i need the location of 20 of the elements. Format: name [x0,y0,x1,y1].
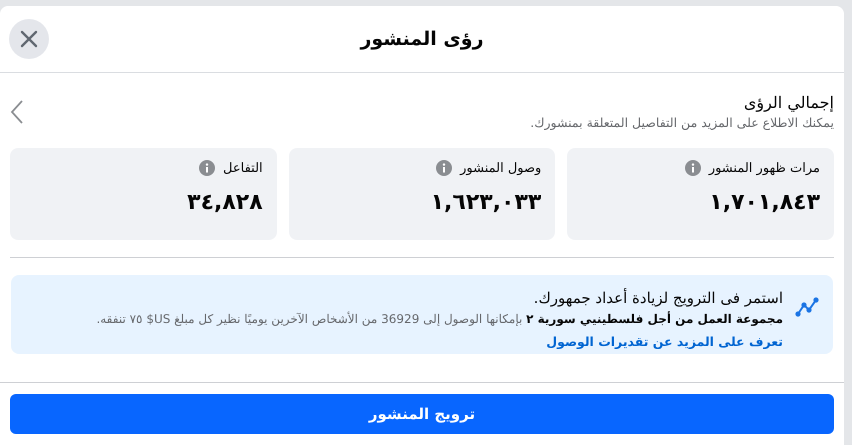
back-chevron-icon[interactable] [10,98,24,124]
section-title: إجمالي الرؤى [742,93,834,112]
close-icon [20,30,38,48]
promo-title: استمر فى الترويج لزيادة أعداد جمهورك. [532,289,783,307]
close-button[interactable] [9,19,49,59]
section-subtitle: يمكنك الاطلاع على المزيد من التفاصيل المتعلقة بمنشورك. [530,115,834,130]
learn-more-link[interactable]: تعرف على المزيد عن تقديرات الوصول [546,334,783,350]
info-icon[interactable] [436,160,452,176]
metric-value: ٣٤,٨٢٨ [186,190,263,215]
info-icon[interactable] [199,160,216,176]
info-icon[interactable] [684,160,701,176]
trend-line-icon [795,295,819,319]
promo-text: مجموعة العمل من أجل فلسطينيي سورية ٢ بإمكانها الوصول إلى 36929 من الأشخاص الآخرين يوميًا نظير كل مبلغ US$ ٧٥ تنفقه. [96,311,783,328]
metric-label: مرات ظهور المنشور [708,160,820,176]
promote-button[interactable]: ترويج المنشور [10,394,834,434]
dialog-title: رؤى المنشور [360,28,484,50]
metric-value: ١,٦٢٣,٠٣٣ [430,190,542,215]
metric-label: وصول المنشور [460,160,542,176]
metric-value: ١,٧٠١,٨٤٣ [708,190,820,215]
metric-label: التفاعل [223,160,263,176]
